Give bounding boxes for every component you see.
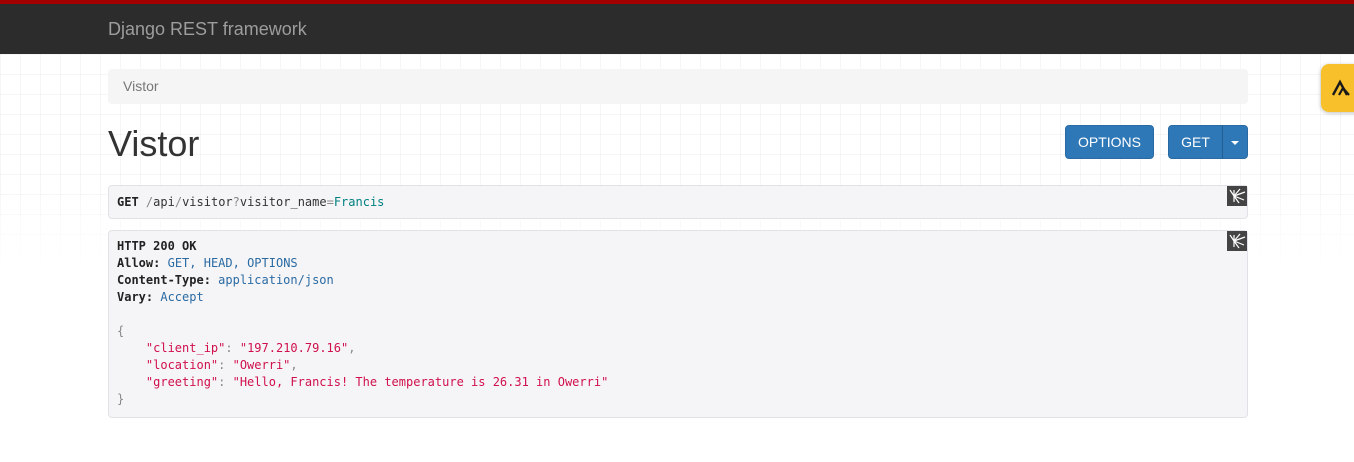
arrow-up-chevron-icon xyxy=(1331,79,1350,96)
options-button[interactable]: OPTIONS xyxy=(1065,125,1154,159)
json-field: "location": "Owerri", xyxy=(145,358,298,372)
response-header: Content-Type: application/json xyxy=(117,273,334,287)
request-url: /api/visitor?visitor_name=Francis xyxy=(145,195,385,209)
broken-glass-icon[interactable] xyxy=(1227,186,1247,206)
navbar-brand[interactable]: Django REST framework xyxy=(108,19,307,40)
breadcrumb: Vistor xyxy=(108,69,1248,104)
broken-glass-icon[interactable] xyxy=(1227,231,1247,251)
response-header: Vary: Accept xyxy=(117,290,204,304)
json-close-brace: } xyxy=(117,392,125,406)
response-header: Allow: GET, HEAD, OPTIONS xyxy=(117,256,298,270)
get-button[interactable]: GET xyxy=(1168,125,1223,159)
json-field: "client_ip": "197.210.79.16", xyxy=(145,341,356,355)
request-param-key: visitor_name xyxy=(239,195,327,209)
breadcrumb-item-current: Vistor xyxy=(123,78,159,94)
json-open-brace: { xyxy=(117,324,125,338)
caret-down-icon xyxy=(1231,141,1239,146)
request-param-value: Francis xyxy=(333,195,385,209)
response-info: HTTP 200 OK Allow: GET, HEAD, OPTIONS Co… xyxy=(108,230,1248,418)
extension-badge[interactable] xyxy=(1321,64,1354,112)
request-method: GET xyxy=(117,195,139,209)
json-field: "greeting": "Hello, Francis! The tempera… xyxy=(145,375,609,389)
page-title: Vistor xyxy=(108,123,200,164)
response-status: HTTP 200 OK xyxy=(117,239,197,253)
navbar: Django REST framework xyxy=(0,0,1354,54)
get-format-dropdown-toggle[interactable] xyxy=(1222,125,1248,159)
request-info: GET /api/visitor?visitor_name=Francis xyxy=(108,185,1248,219)
